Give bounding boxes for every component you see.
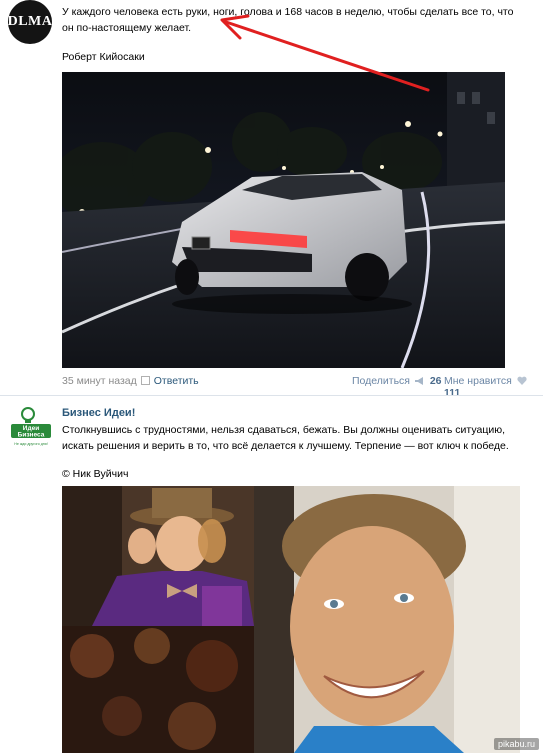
post-time: 35 минут назад Ответить: [62, 375, 199, 387]
logo-slogan: Не жди другого дня!: [14, 442, 47, 446]
post-divider: [0, 395, 543, 396]
reply-link[interactable]: Ответить: [154, 375, 199, 387]
megaphone-icon: [414, 377, 423, 385]
bokeh-image: [62, 626, 254, 753]
quote-author: © Ник Вуйчич: [62, 468, 129, 480]
avatar-logo-text: DLMA: [8, 14, 52, 29]
post-dlma: DLMA У каждого человека есть руки, ноги,…: [0, 0, 543, 399]
group-name-link[interactable]: Бизнес Идеи!: [62, 407, 135, 419]
heart-icon: [517, 376, 527, 385]
nick-vujicic-photo[interactable]: [254, 486, 520, 753]
post-text: У каждого человека есть руки, ноги, голо…: [62, 6, 514, 34]
logo-word-business: Бизнеса: [18, 432, 45, 439]
car-photo[interactable]: [62, 72, 505, 368]
bokeh-background-photo: [62, 626, 254, 753]
wonka-image: [62, 486, 254, 626]
business-ideas-logo: Идеи Бизнеса Не жди другого дня!: [11, 407, 51, 446]
avatar-dlma[interactable]: DLMA: [8, 0, 52, 44]
car-night-image: [62, 72, 505, 368]
avatar-business-ideas[interactable]: Идеи Бизнеса Не жди другого дня!: [8, 405, 56, 453]
nick-image: [254, 486, 520, 753]
post-meta: 35 минут назад Ответить Поделиться 26 Мне…: [62, 373, 543, 399]
watermark: pikabu.ru: [493, 738, 539, 750]
comment-box-icon: [140, 376, 150, 385]
quote-author: Роберт Кийосаки: [62, 51, 145, 63]
share-button[interactable]: Поделиться 26: [352, 375, 442, 387]
post-time-text[interactable]: 35 минут назад: [62, 375, 137, 387]
like-label: Мне нравится: [444, 375, 512, 387]
post-text: Столкнувшись с трудностями, нельзя сдава…: [62, 424, 509, 452]
share-label: Поделиться: [352, 375, 410, 387]
post-business-ideas: Идеи Бизнеса Не жди другого дня! Бизнес …: [0, 395, 543, 753]
wonka-meme-photo[interactable]: [62, 486, 254, 626]
share-count: 26: [429, 375, 442, 387]
